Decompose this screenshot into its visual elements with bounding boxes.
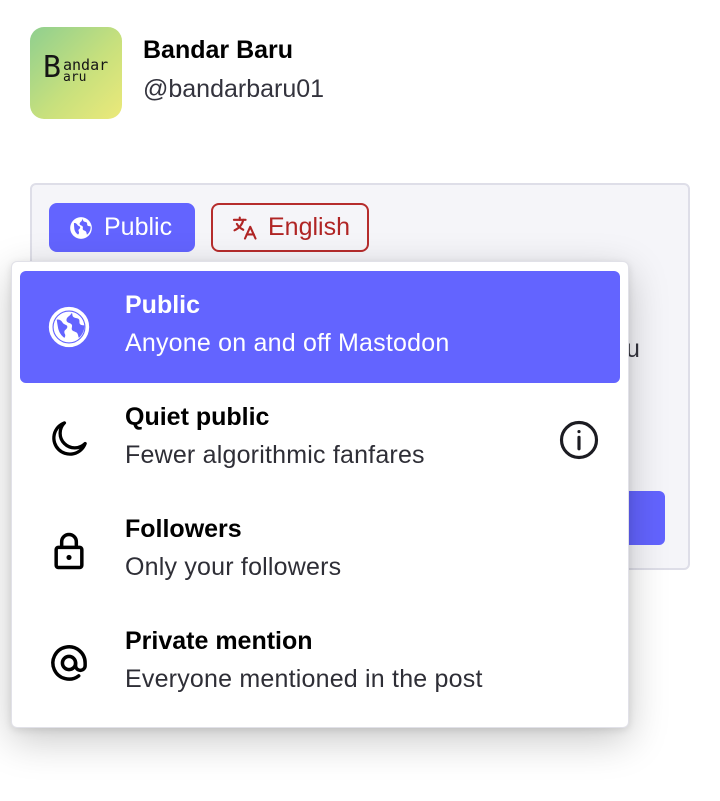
option-description: Fewer algorithmic fanfares [125,441,425,469]
visibility-option-public[interactable]: Public Anyone on and off Mastodon [20,271,620,383]
option-description: Everyone mentioned in the post [125,665,483,693]
language-button[interactable]: English [211,203,369,252]
avatar-text-aru: aru [63,70,87,85]
visibility-dropdown: Public Anyone on and off Mastodon Quiet … [11,261,629,728]
visibility-option-followers[interactable]: Followers Only your followers [20,495,620,607]
visibility-button[interactable]: Public [49,203,195,252]
option-description: Only your followers [125,553,342,581]
avatar[interactable]: B andar aru [30,27,122,119]
option-texts: Public Anyone on and off Mastodon [125,291,449,358]
post-button[interactable] [628,491,665,545]
info-icon[interactable] [558,419,600,461]
visibility-option-private-mention[interactable]: Private mention Everyone mentioned in th… [20,607,620,719]
at-sign-icon [47,641,91,685]
option-title: Followers [125,515,242,543]
option-title: Private mention [125,627,313,655]
avatar-letter-b: B [43,50,62,85]
option-title: Public [125,291,201,319]
visibility-button-label: Public [104,213,173,241]
display-name[interactable]: Bandar Baru [143,36,324,65]
option-description: Anyone on and off Mastodon [125,329,450,357]
lock-icon [47,529,91,573]
option-texts: Quiet public Fewer algorithmic fanfares [125,403,425,470]
account-header: B andar aru Bandar Baru @bandarbaru01 [30,27,324,119]
globe-icon [70,216,92,239]
language-button-label: English [268,213,350,241]
account-handle: @bandarbaru01 [143,75,325,103]
moon-icon [47,417,91,461]
option-texts: Followers Only your followers [125,515,341,582]
option-title: Quiet public [125,403,270,431]
visibility-option-quiet-public[interactable]: Quiet public Fewer algorithmic fanfares [20,383,620,495]
globe-icon [47,305,91,349]
option-texts: Private mention Everyone mentioned in th… [125,627,483,694]
translate-icon [232,215,257,240]
account-names: Bandar Baru @bandarbaru01 [143,36,324,104]
